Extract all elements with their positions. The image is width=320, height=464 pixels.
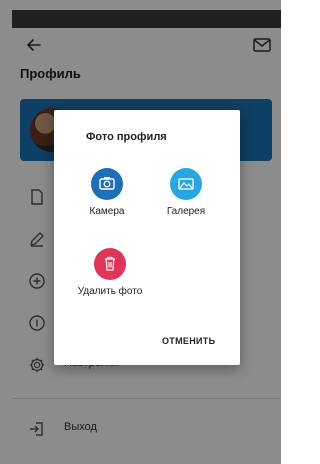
delete-photo-option[interactable]: Удалить фото (75, 248, 145, 298)
gallery-option[interactable]: Галерея (151, 168, 221, 218)
delete-photo-label: Удалить фото (77, 286, 143, 297)
profile-photo-dialog: Фото профиля Камера Галерея Удалить фото… (54, 110, 240, 365)
camera-option[interactable]: Камера (72, 168, 142, 218)
cancel-button[interactable]: ОТМЕНИТЬ (162, 336, 215, 346)
camera-label: Камера (89, 206, 125, 217)
gallery-label: Галерея (166, 206, 206, 217)
camera-icon (91, 168, 123, 200)
app-window: Профиль Выход Фото профиля Камера Галере… (0, 0, 281, 464)
trash-icon (94, 248, 126, 280)
image-icon (170, 168, 202, 200)
dialog-title: Фото профиля (86, 131, 167, 143)
